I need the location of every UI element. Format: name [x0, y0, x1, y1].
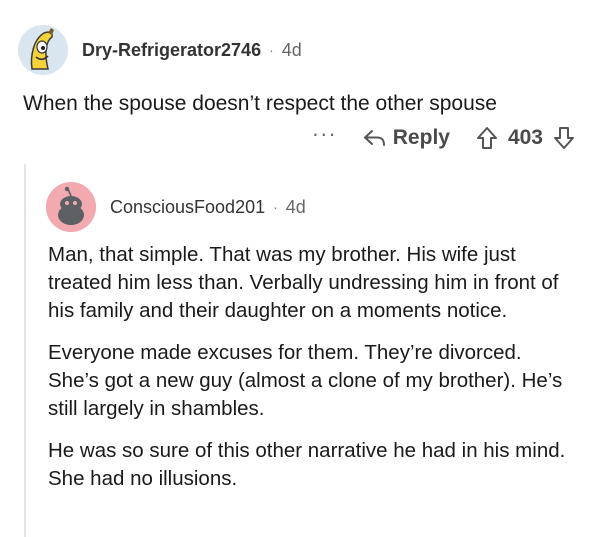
- reply-paragraph: Man, that simple. That was my brother. H…: [48, 243, 559, 322]
- more-options-button[interactable]: ···: [312, 123, 337, 153]
- reply-arrow-icon: [363, 130, 385, 146]
- reply-age: 4d: [285, 196, 306, 217]
- reply-label: Reply: [392, 126, 450, 149]
- comment-author[interactable]: Dry-Refrigerator2746: [82, 40, 261, 61]
- snoo-banana-avatar-icon[interactable]: [18, 25, 68, 75]
- reply-body: Man, that simple. That was my brother. H…: [48, 241, 578, 507]
- comment-header: Dry-Refrigerator2746 · 4d: [18, 24, 302, 76]
- reply-header: ConsciousFood201 · 4d: [46, 182, 306, 232]
- upvote-arrow-icon[interactable]: [476, 126, 498, 150]
- comment-body: When the spouse doesn’t respect the othe…: [23, 92, 497, 115]
- reply-author[interactable]: ConsciousFood201: [110, 197, 265, 218]
- vote-controls: 403: [476, 126, 575, 150]
- reply-paragraph: He was so sure of this other narrative h…: [48, 439, 566, 490]
- vote-score: 403: [507, 126, 543, 149]
- snoo-default-avatar-icon[interactable]: [46, 182, 96, 232]
- comment-actions: ··· Reply 403: [312, 123, 575, 153]
- meta-separator: ·: [269, 42, 274, 58]
- comment-age: 4d: [281, 39, 302, 60]
- meta-separator: ·: [273, 199, 278, 215]
- reply-thread: ConsciousFood201 · 4d Man, that simple. …: [24, 164, 586, 537]
- reply-button[interactable]: Reply: [363, 126, 450, 150]
- reply-paragraph: Everyone made excuses for them. They’re …: [48, 341, 563, 420]
- downvote-arrow-icon[interactable]: [553, 126, 575, 150]
